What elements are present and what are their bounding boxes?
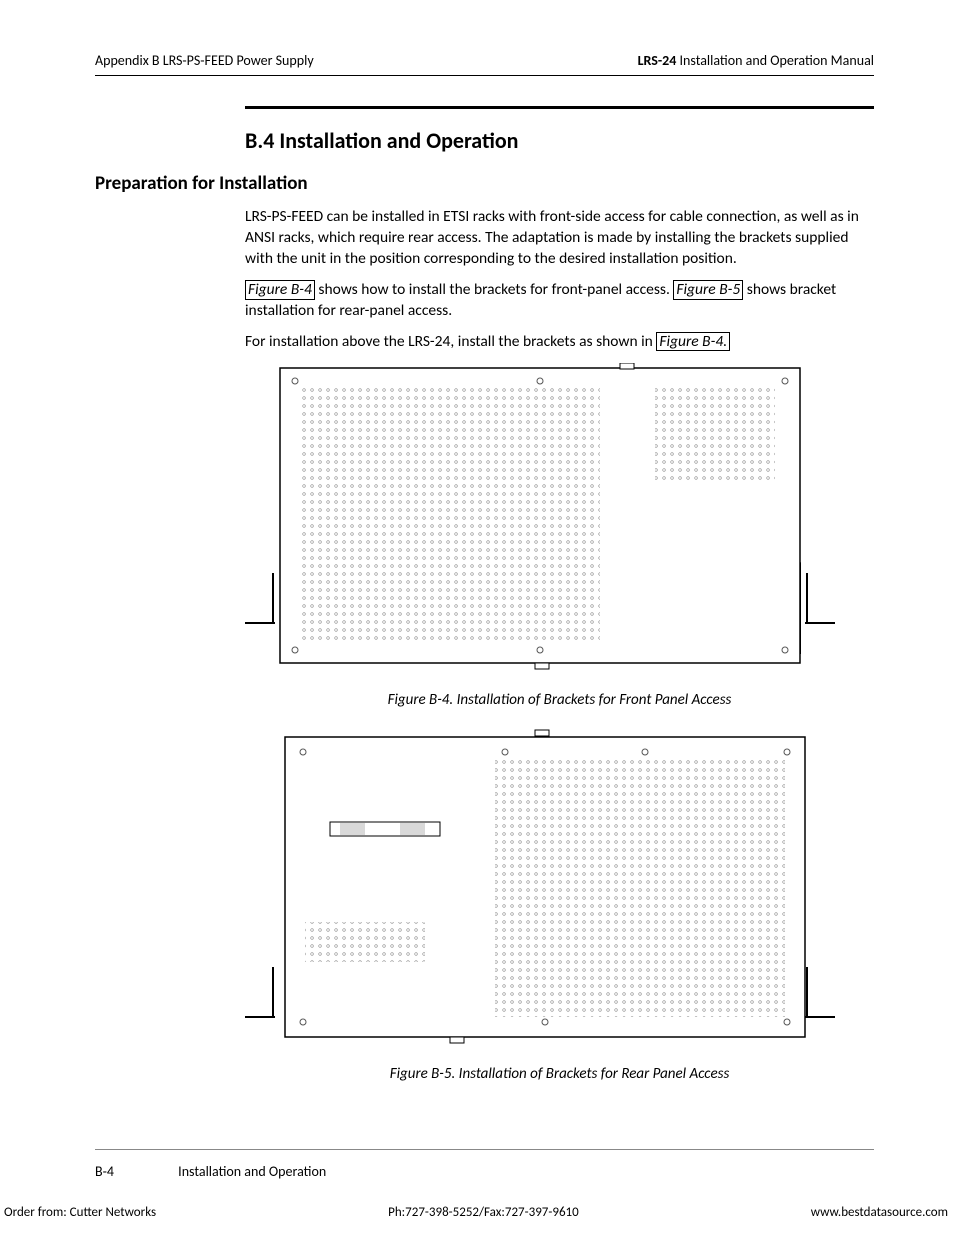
page-number: B-4	[95, 1163, 175, 1180]
figure-b4	[245, 363, 874, 683]
paragraph: LRS-PS-FEED can be installed in ETSI rac…	[245, 207, 874, 270]
figure-b5	[245, 727, 874, 1057]
footer-url: www.bestdatasource.com	[811, 1205, 948, 1220]
footer-rule	[95, 1149, 874, 1150]
figure-caption: Figure B-4. Installation of Brackets for…	[245, 691, 874, 709]
header-rule	[95, 75, 874, 76]
header-left: Appendix B LRS-PS-FEED Power Supply	[95, 52, 314, 69]
running-header: Appendix B LRS-PS-FEED Power Supply LRS-…	[95, 52, 874, 73]
body-text: LRS-PS-FEED can be installed in ETSI rac…	[245, 207, 874, 353]
figure-caption: Figure B-5. Installation of Brackets for…	[245, 1065, 874, 1083]
section-title: B.4 Installation and Operation	[245, 127, 874, 154]
figure-ref-link[interactable]: Figure B-5	[673, 280, 743, 300]
paragraph: Figure B-4 shows how to install the brac…	[245, 280, 874, 322]
section-rule	[245, 106, 874, 109]
subsection-title: Preparation for Installation	[95, 172, 874, 195]
figure-ref-link[interactable]: Figure B-4	[245, 280, 315, 300]
vendor-footer: Order from: Cutter Networks Ph:727-398-5…	[0, 1205, 954, 1220]
footer-section: Installation and Operation	[178, 1163, 326, 1180]
footer-phone: Ph:727-398-5252/Fax:727-397-9610	[388, 1205, 579, 1220]
footer-order: Order from: Cutter Networks	[4, 1205, 156, 1220]
header-right: LRS-24 Installation and Operation Manual	[638, 52, 874, 69]
page-footer: B-4 Installation and Operation	[95, 1163, 326, 1180]
figure-ref-link[interactable]: Figure B-4.	[656, 332, 730, 352]
paragraph: For installation above the LRS-24, insta…	[245, 332, 874, 353]
